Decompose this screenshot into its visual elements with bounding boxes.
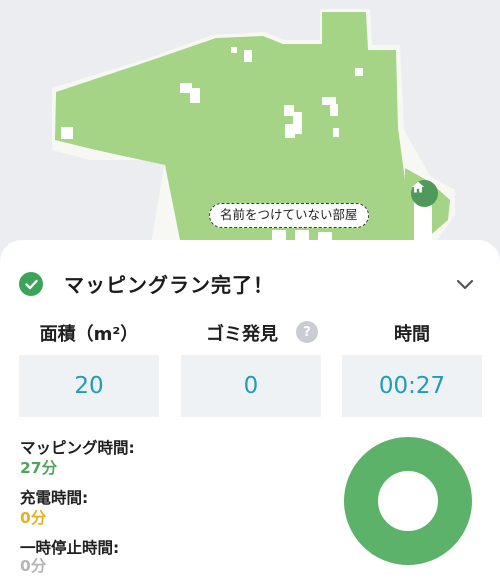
charging-time-value: 0分	[20, 509, 47, 527]
sheet-title: マッピングラン完了！	[64, 273, 274, 297]
home-glyph	[412, 181, 424, 193]
dirt-found-value: 0	[181, 355, 321, 417]
chevron-down-icon[interactable]	[455, 277, 475, 291]
home-icon[interactable]	[411, 180, 438, 207]
mapping-time-label: マッピング時間:	[20, 439, 135, 457]
sheet-header[interactable]: マッピングラン完了！	[0, 240, 500, 330]
mapping-result-sheet: マッピングラン完了！ 面積（m²） ゴミ発見 ? 時間 20 0 00:27 マ…	[0, 240, 500, 580]
check-circle-icon	[19, 272, 43, 296]
area-value: 20	[19, 355, 159, 417]
donut-ring-mapping	[344, 437, 472, 565]
help-icon[interactable]: ?	[296, 321, 318, 343]
time-breakdown-donut	[344, 437, 472, 565]
room-name-label[interactable]: 名前をつけていない部屋	[209, 203, 369, 228]
area-label: 面積（m²）	[39, 324, 139, 345]
pause-time-value: 0分	[20, 557, 47, 575]
duration-value: 00:27	[342, 355, 482, 417]
mapping-time-value: 27分	[20, 459, 58, 477]
dirt-found-label: ゴミ発見	[206, 324, 278, 345]
charging-time-label: 充電時間:	[20, 489, 89, 507]
duration-label: 時間	[394, 324, 430, 345]
